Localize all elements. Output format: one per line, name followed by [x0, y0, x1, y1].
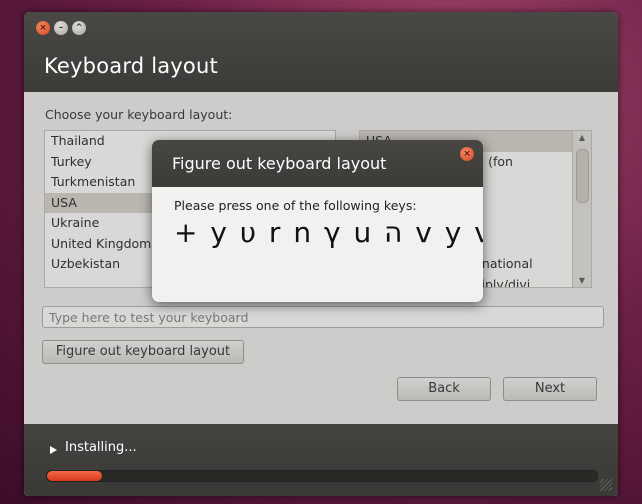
play-icon[interactable] — [50, 446, 57, 454]
dialog-key-list: + y υ r n γ u ה v y v — [174, 216, 483, 249]
dialog-header: Figure out keyboard layout × — [152, 140, 483, 187]
install-progress-bar — [46, 470, 598, 482]
dialog-title: Figure out keyboard layout — [172, 154, 387, 173]
dialog-prompt: Please press one of the following keys: — [174, 198, 417, 213]
install-status-text: Installing... — [65, 440, 137, 455]
install-progress-fill — [47, 471, 102, 481]
install-status-bar: Installing... — [24, 424, 618, 496]
resize-grip-icon[interactable] — [600, 479, 612, 491]
window-titlebar: × – ^ Keyboard layout — [24, 12, 618, 92]
window-close-button[interactable]: × — [36, 21, 50, 35]
dialog-close-button[interactable]: × — [460, 147, 474, 161]
window-minimize-button[interactable]: – — [54, 21, 68, 35]
page-title: Keyboard layout — [44, 54, 218, 78]
window-maximize-button[interactable]: ^ — [72, 21, 86, 35]
figure-out-layout-dialog: Figure out keyboard layout × Please pres… — [152, 140, 483, 302]
